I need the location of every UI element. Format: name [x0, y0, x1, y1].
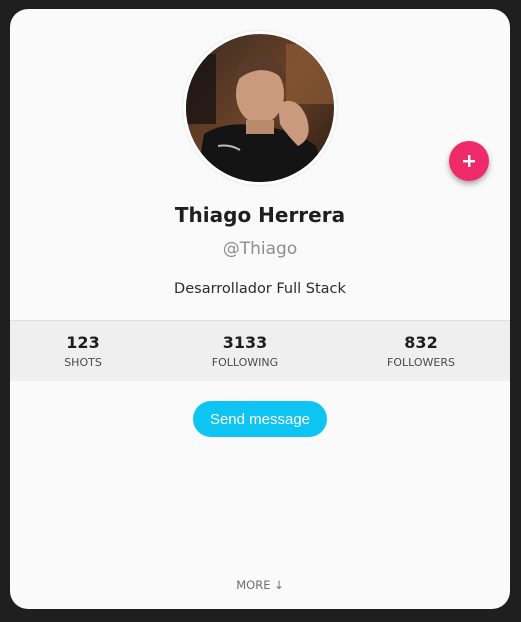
- stat-following: 3133 FOLLOWING: [200, 321, 290, 381]
- profile-handle: @Thiago: [222, 239, 298, 259]
- stat-following-value: 3133: [222, 333, 268, 352]
- stat-followers: 832 FOLLOWERS: [376, 321, 466, 381]
- stat-shots-label: SHOTS: [64, 356, 102, 369]
- stat-shots-value: 123: [66, 333, 100, 352]
- profile-name: Thiago Herrera: [174, 203, 346, 227]
- add-button[interactable]: [449, 141, 489, 181]
- stat-shots: 123 SHOTS: [43, 321, 123, 381]
- send-message-button[interactable]: Send message: [193, 401, 327, 437]
- profile-photo: [186, 34, 334, 182]
- plus-icon: [463, 155, 475, 167]
- profile-card: Thiago Herrera @Thiago Desarrollador Ful…: [10, 9, 510, 609]
- avatar: [183, 31, 337, 185]
- stats-bar: 123 SHOTS 3133 FOLLOWING 832 FOLLOWERS: [10, 320, 510, 381]
- stat-followers-value: 832: [404, 333, 438, 352]
- stat-followers-label: FOLLOWERS: [387, 356, 455, 369]
- profile-bio: Desarrollador Full Stack: [174, 281, 346, 297]
- more-link[interactable]: MORE ↓: [10, 578, 510, 592]
- stat-following-label: FOLLOWING: [211, 356, 279, 369]
